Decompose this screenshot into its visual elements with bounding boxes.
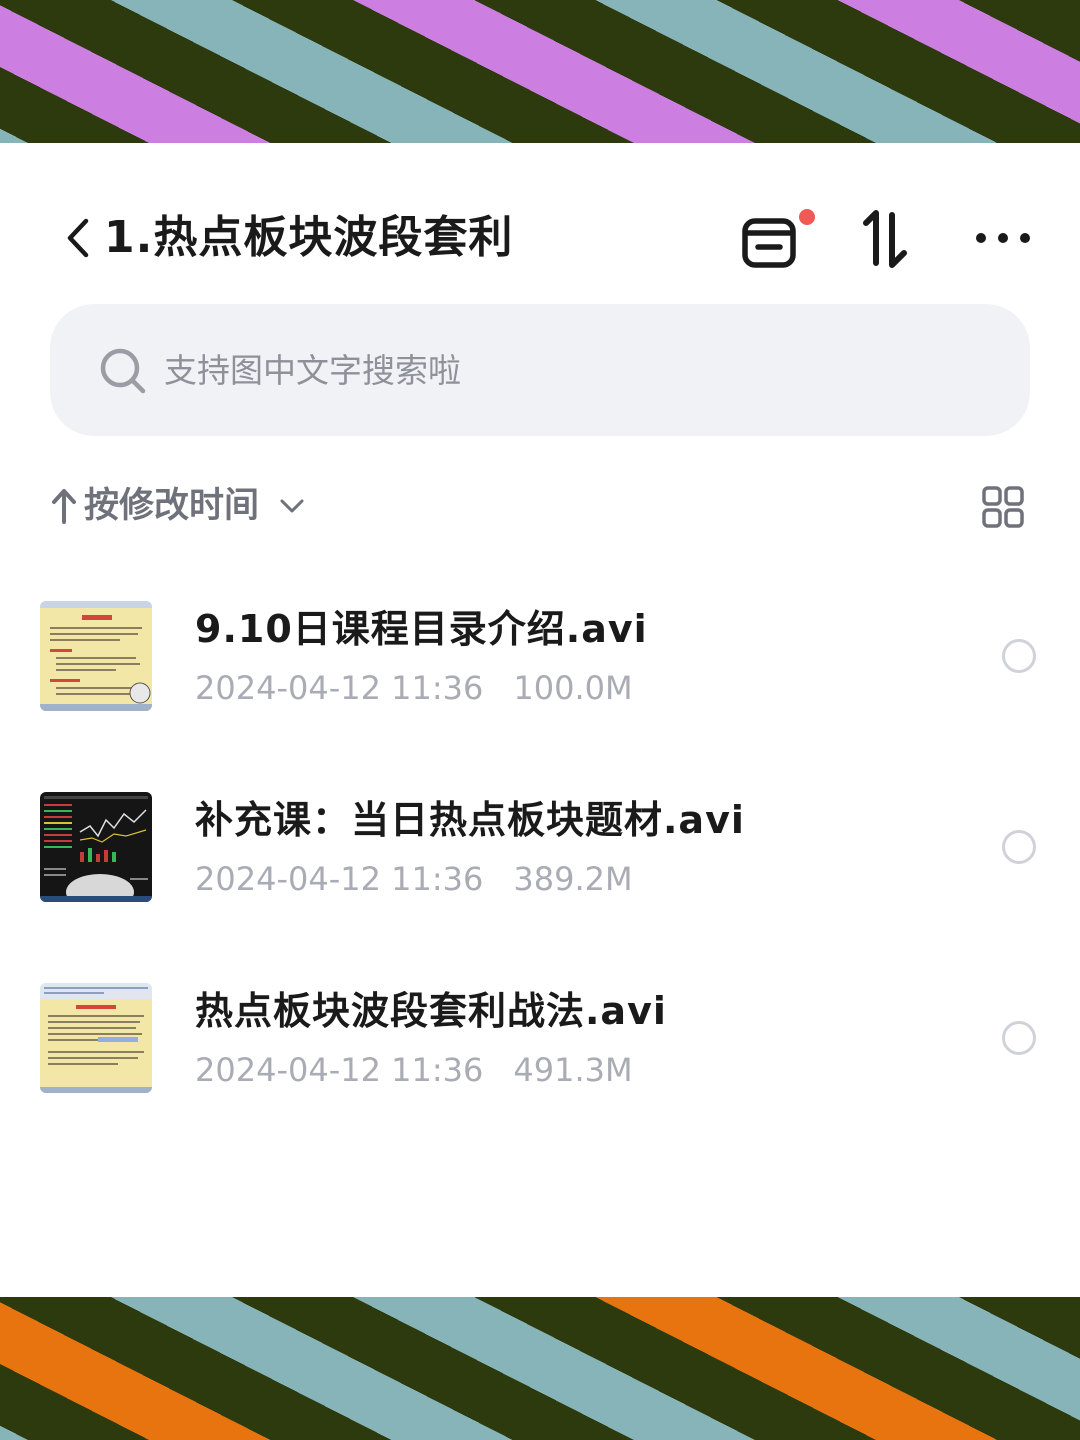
chevron-left-icon (67, 218, 89, 258)
file-size: 491.3M (513, 1051, 633, 1089)
sort-label: 按修改时间 (84, 486, 260, 526)
decorative-stripes-top (0, 0, 1080, 143)
file-name: 补充课：当日热点板块题材.avi (195, 798, 745, 842)
document-thumbnail (40, 601, 152, 711)
more-options-button[interactable] (972, 223, 1034, 253)
page-title: 1.热点板块波段套利 (104, 212, 514, 263)
grid-view-button[interactable] (982, 486, 1024, 528)
file-meta: 2024-04-12 11:36 491.3M (195, 1047, 633, 1093)
file-date: 2024-04-12 11:36 (195, 669, 484, 707)
file-size: 389.2M (513, 860, 633, 898)
decorative-stripes-bottom (0, 1297, 1080, 1440)
file-meta: 2024-04-12 11:36 389.2M (195, 856, 633, 902)
file-item[interactable]: 补充课：当日热点板块题材.avi 2024-04-12 11:36 389.2M (0, 764, 1080, 934)
sort-order-button[interactable] (860, 209, 916, 271)
sort-arrows-icon (863, 210, 907, 268)
file-meta: 2024-04-12 11:36 100.0M (195, 665, 633, 711)
sort-by-modified-button[interactable]: 按修改时间 (50, 478, 320, 534)
file-item[interactable]: 9.10日课程目录介绍.avi 2024-04-12 11:36 100.0M (0, 573, 1080, 743)
chevron-down-icon (280, 499, 304, 513)
file-name: 热点板块波段套利战法.avi (195, 989, 667, 1033)
arrow-up-icon (52, 489, 76, 524)
inbox-button[interactable] (740, 209, 820, 271)
document-thumbnail (40, 983, 152, 1093)
header-bar: 1.热点板块波段套利 (0, 203, 1080, 273)
file-browser-screen: 1.热点板块波段套利 支持图中文字搜索啦 按修改时间 9.10日课程目录介绍.a… (0, 143, 1080, 1297)
stock-chart-thumbnail (40, 792, 152, 902)
file-date: 2024-04-12 11:36 (195, 1051, 484, 1089)
select-checkbox[interactable] (1002, 1021, 1036, 1055)
sort-toolbar: 按修改时间 (50, 478, 1030, 534)
more-dots-icon (976, 233, 1030, 243)
inbox-icon (742, 209, 815, 268)
file-size: 100.0M (513, 669, 633, 707)
file-item[interactable]: 热点板块波段套利战法.avi 2024-04-12 11:36 491.3M (0, 955, 1080, 1125)
search-input[interactable] (164, 342, 864, 398)
search-icon (100, 348, 146, 394)
select-checkbox[interactable] (1002, 639, 1036, 673)
notification-dot (799, 209, 815, 225)
file-name: 9.10日课程目录介绍.avi (195, 607, 648, 651)
back-button[interactable] (62, 215, 98, 261)
grid-view-icon (982, 486, 1024, 528)
select-checkbox[interactable] (1002, 830, 1036, 864)
file-date: 2024-04-12 11:36 (195, 860, 484, 898)
